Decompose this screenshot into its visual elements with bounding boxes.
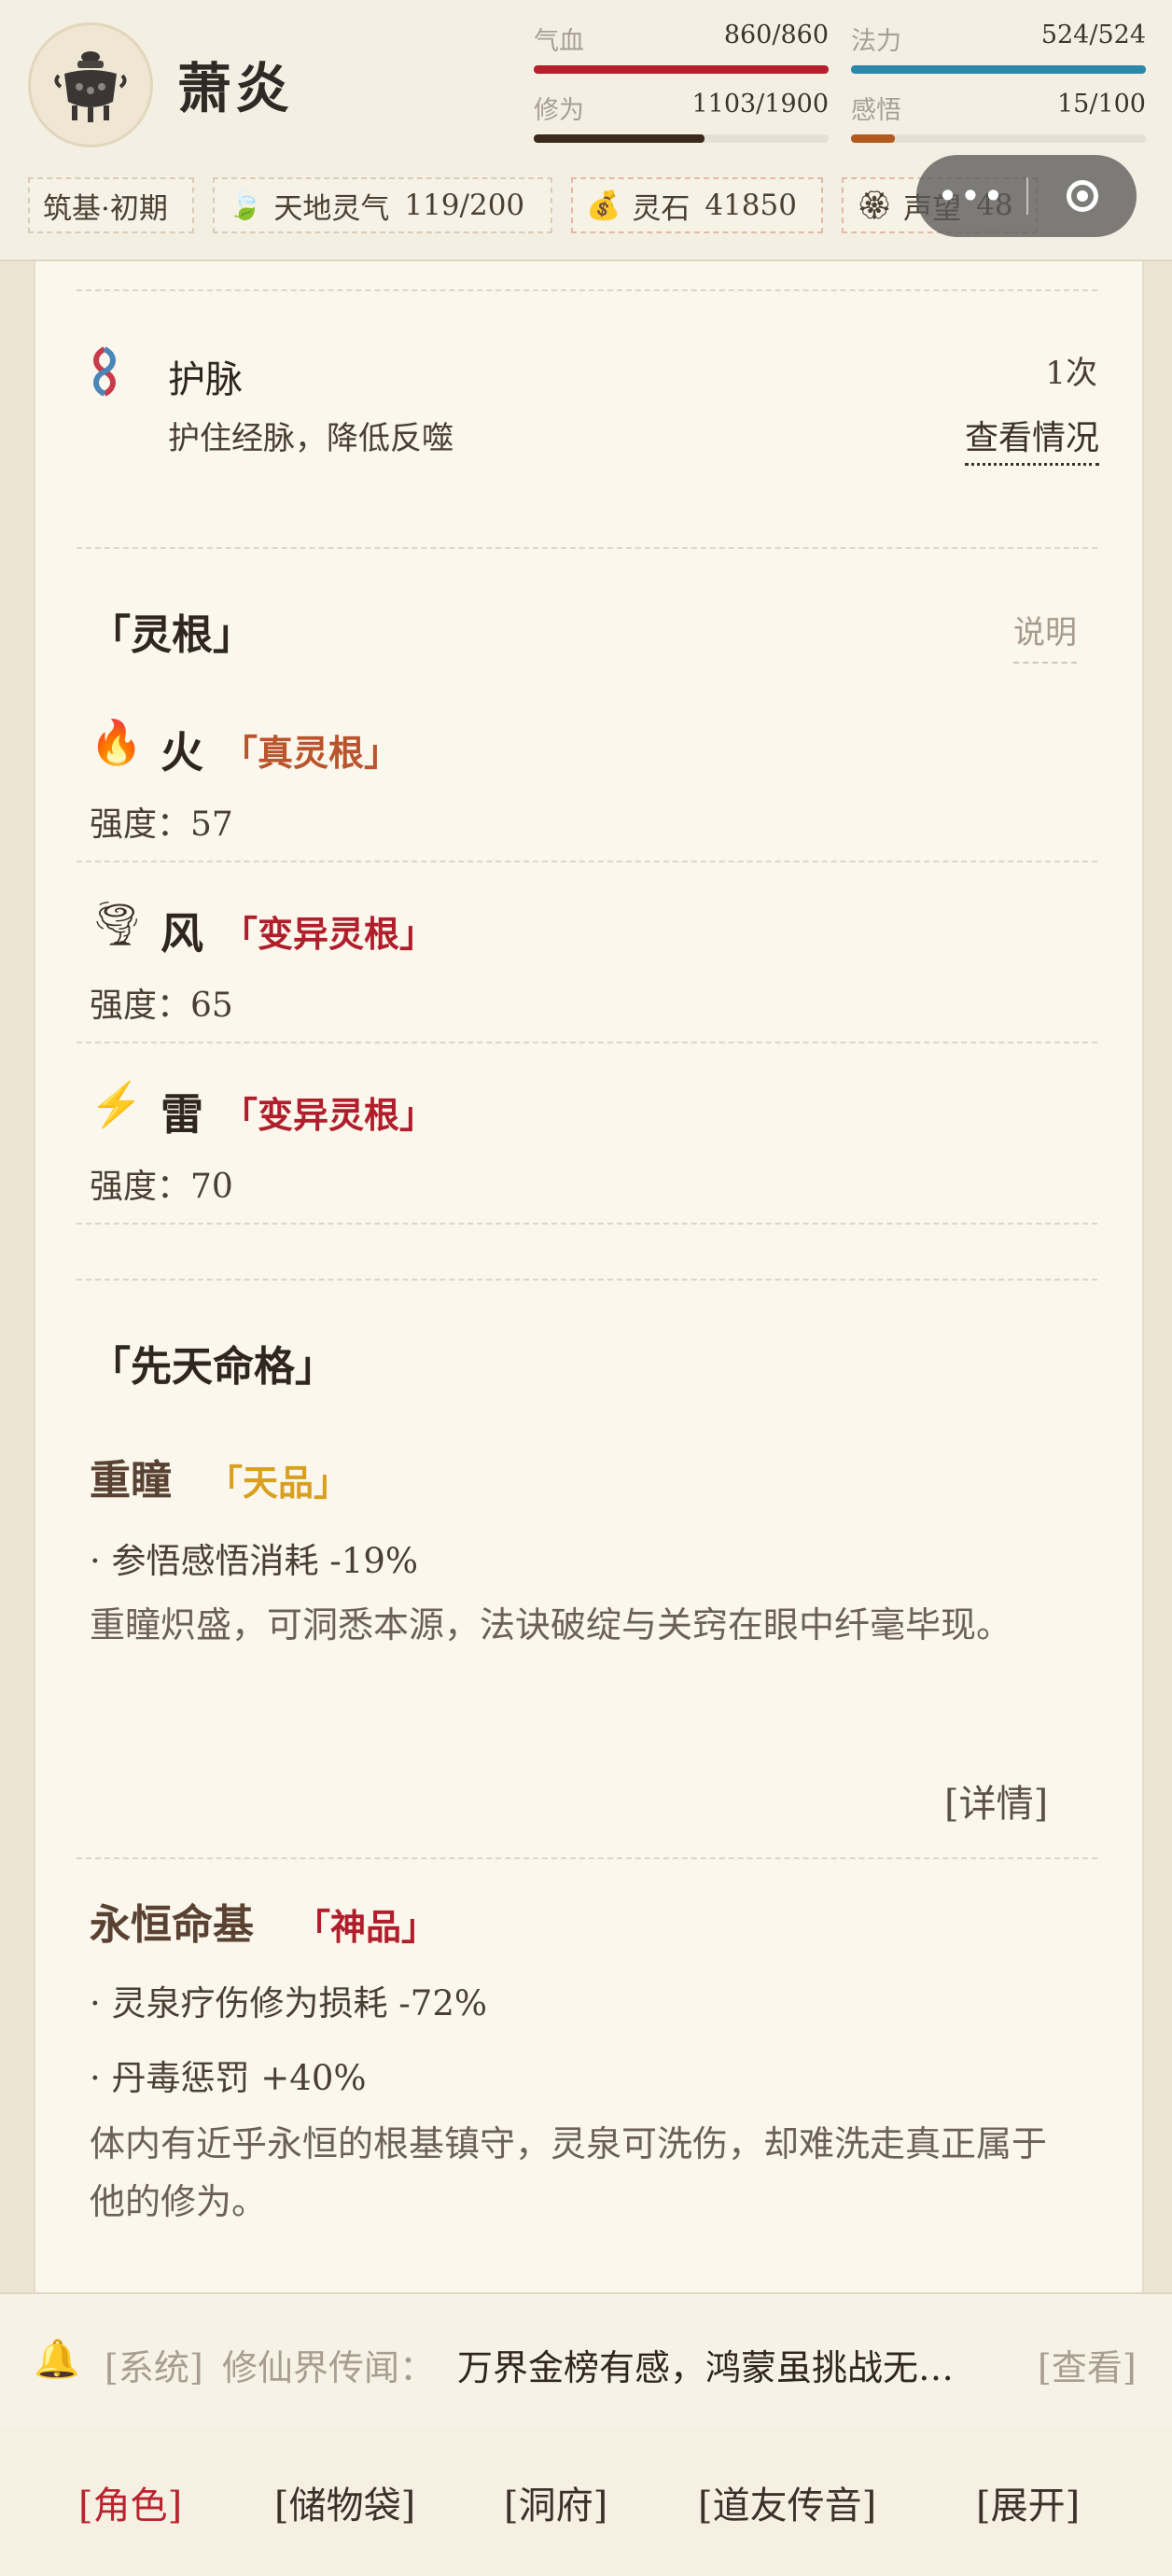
close-program-button[interactable] xyxy=(1028,155,1137,237)
nav-item-cave-abode[interactable]: [洞府] xyxy=(504,2475,607,2529)
divider xyxy=(77,1857,1097,1859)
hp-bar xyxy=(534,65,829,74)
cultivation-bar xyxy=(534,134,829,143)
root-strength-wind: 强度：65 xyxy=(90,987,233,1025)
explain-button[interactable]: 说明 xyxy=(1013,607,1077,664)
protect-desc: 护住经脉，降低反噬 xyxy=(168,420,453,457)
fate-grade: 「神品」 xyxy=(295,1906,438,1948)
tornado-icon: 🌪 xyxy=(90,898,145,948)
mana-label: 法力 xyxy=(851,27,901,56)
root-grade-wind: 「变异灵根」 xyxy=(222,913,436,955)
notice-text: 万界金榜有感，鸿蒙虽挑战无… xyxy=(457,2347,955,2388)
divider xyxy=(77,289,1097,291)
fate-name: 永恒命基 xyxy=(90,1901,254,1949)
stones-value: 41850 xyxy=(705,189,797,222)
mana-bar xyxy=(851,65,1146,74)
bell-icon: 🔔 xyxy=(34,2338,80,2381)
system-notice-bar: 🔔 [系统] 修仙界传闻： 万界金榜有感，鸿蒙虽挑战无… [查看] xyxy=(0,2292,1172,2429)
root-grade-thunder: 「变异灵根」 xyxy=(222,1094,436,1136)
medal-icon: 🏵 xyxy=(857,189,893,222)
innate-fate-title: 「先天命格」 xyxy=(90,1343,336,1391)
mini-program-capsule: ••• xyxy=(916,155,1137,237)
protect-name: 护脉 xyxy=(168,358,243,401)
realm-chip[interactable]: 筑基·初期 xyxy=(28,177,194,233)
root-name-thunder: 雷 xyxy=(160,1089,203,1140)
notice-tag: [系统] xyxy=(105,2347,203,2388)
lightning-icon: ⚡ xyxy=(90,1079,144,1129)
fate-grade: 「天品」 xyxy=(207,1462,350,1504)
cultivation-bar-fill xyxy=(534,134,705,143)
insight-value: 15/100 xyxy=(1057,90,1146,119)
target-icon xyxy=(1067,180,1098,212)
insight-bar-fill xyxy=(851,134,896,143)
qi-chip[interactable]: 🍃 天地灵气 119/200 xyxy=(213,177,552,233)
cultivation-label: 修为 xyxy=(534,96,584,125)
protect-count: 1次 xyxy=(1045,355,1097,392)
stones-label: 灵石 xyxy=(632,191,691,226)
root-strength-thunder: 强度：70 xyxy=(90,1168,233,1206)
bottom-nav: [角色] [储物袋] [洞府] [道友传音] [展开] xyxy=(0,2427,1172,2576)
fate-description: 重瞳炽盛，可洞悉本源，法诀破绽与关窍在眼中纤毫毕现。 xyxy=(90,1604,1012,1645)
realm-label: 筑基·初期 xyxy=(43,191,168,226)
leaf-icon: 🍃 xyxy=(228,189,263,222)
insight-label: 感悟 xyxy=(851,96,901,125)
fire-icon: 🔥 xyxy=(90,717,144,767)
divider xyxy=(77,547,1097,549)
cultivation-value: 1103/1900 xyxy=(691,90,829,119)
divider xyxy=(77,1223,1097,1225)
hp-value: 860/860 xyxy=(723,21,829,49)
fate-description: 体内有近乎永恒的根基镇守，灵泉可洗伤，却难洗走真正属于他的修为。 xyxy=(90,2123,1048,2222)
notice-source: 修仙界传闻： xyxy=(222,2347,436,2388)
nav-item-storage-bag[interactable]: [储物袋] xyxy=(274,2475,415,2529)
status-header: 萧炎 气血 860/860 法力 524/524 修为 1103/1900 感悟… xyxy=(0,0,1172,261)
qi-value: 119/200 xyxy=(404,189,525,222)
incense-burner-icon xyxy=(54,51,127,122)
nav-item-friend-message[interactable]: [道友传音] xyxy=(698,2475,876,2529)
money-bag-icon: 💰 xyxy=(586,189,621,222)
root-name-wind: 风 xyxy=(160,908,203,959)
qi-label: 天地灵气 xyxy=(273,191,390,226)
fate-effect: · 丹毒惩罚 +40% xyxy=(90,2058,367,2098)
stones-chip[interactable]: 💰 灵石 41850 xyxy=(571,177,823,233)
fate-effect: · 参悟感悟消耗 -19% xyxy=(90,1541,419,1581)
root-strength-fire: 强度：57 xyxy=(90,805,233,844)
player-name: 萧炎 xyxy=(177,57,294,120)
fate-effect: · 灵泉疗伤修为损耗 -72% xyxy=(90,1983,488,2023)
fate-name: 重瞳 xyxy=(90,1457,172,1505)
more-menu-button[interactable]: ••• xyxy=(916,155,1026,237)
mana-value: 524/524 xyxy=(1040,21,1146,49)
protect-icon xyxy=(86,345,123,401)
root-name-fire: 火 xyxy=(160,727,203,777)
divider xyxy=(77,1042,1097,1043)
view-status-link[interactable]: 查看情况 xyxy=(965,411,1100,466)
spirit-root-title: 「灵根」 xyxy=(90,611,254,659)
nav-item-expand[interactable]: [展开] xyxy=(976,2475,1080,2529)
fate-detail-button[interactable]: [详情] xyxy=(944,1773,1048,1827)
avatar[interactable] xyxy=(28,22,153,147)
insight-bar xyxy=(851,134,1146,143)
divider xyxy=(77,861,1097,862)
hp-bar-fill xyxy=(534,65,829,74)
hp-label: 气血 xyxy=(534,27,584,56)
nav-item-character[interactable]: [角色] xyxy=(78,2475,182,2529)
divider xyxy=(77,1279,1097,1281)
notice-view-button[interactable]: [查看] xyxy=(1038,2339,1137,2390)
mana-bar-fill xyxy=(851,65,1146,74)
root-grade-fire: 「真灵根」 xyxy=(222,732,400,774)
